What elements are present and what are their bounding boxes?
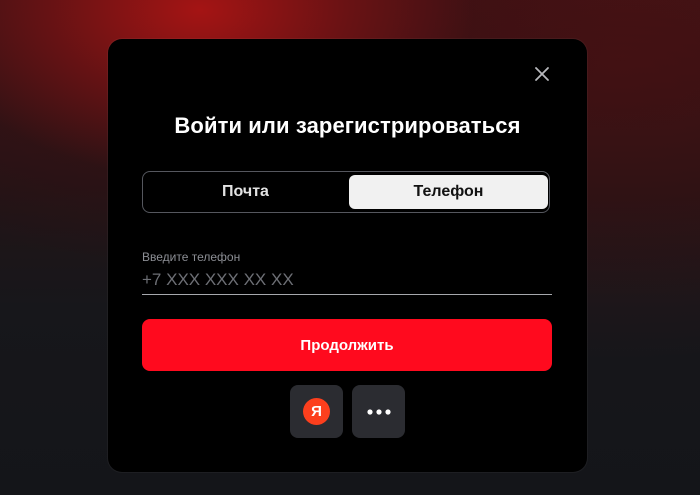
more-dots-icon bbox=[367, 409, 391, 415]
continue-button[interactable]: Продолжить bbox=[142, 319, 552, 371]
phone-input[interactable] bbox=[142, 265, 552, 295]
close-icon[interactable] bbox=[531, 63, 553, 85]
yandex-login-button[interactable]: Я bbox=[290, 385, 343, 438]
modal-title: Войти или зарегистрироваться bbox=[174, 113, 521, 138]
yandex-icon: Я bbox=[303, 398, 330, 425]
tab-email[interactable]: Почта bbox=[146, 175, 345, 209]
more-options-button[interactable] bbox=[352, 385, 405, 438]
close-button[interactable] bbox=[531, 63, 553, 85]
login-modal: Войти или зарегистрироваться Почта Телеф… bbox=[108, 39, 587, 472]
phone-field-label: Введите телефон bbox=[142, 250, 241, 264]
tab-phone[interactable]: Телефон bbox=[349, 175, 548, 209]
auth-method-tabs: Почта Телефон bbox=[142, 171, 550, 213]
